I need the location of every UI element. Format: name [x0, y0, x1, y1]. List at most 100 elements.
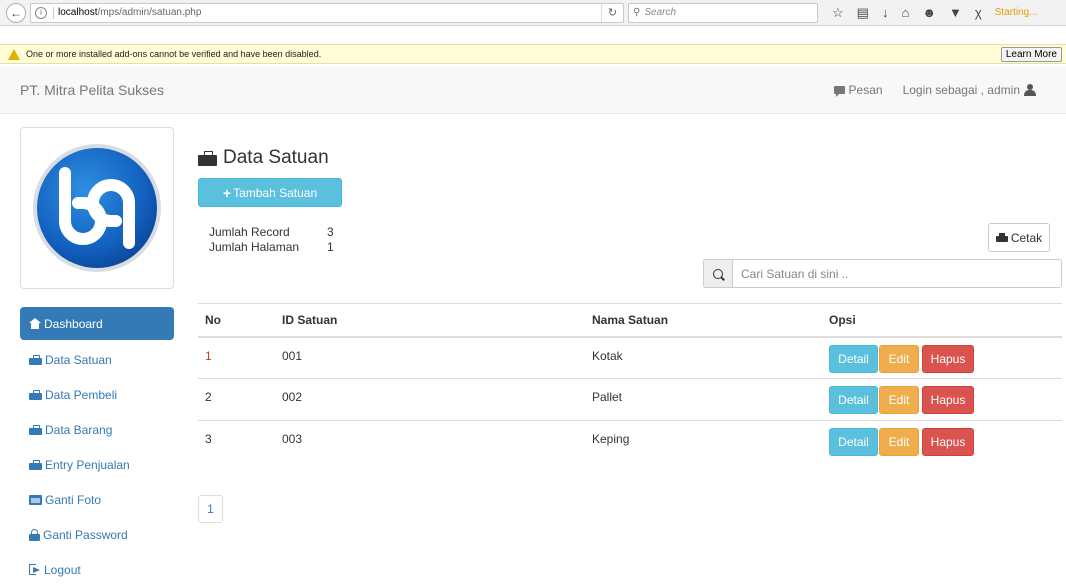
- briefcase-icon: [29, 354, 42, 365]
- lock-icon: [29, 528, 40, 541]
- notification-message: One or more installed add-ons cannot be …: [26, 49, 322, 59]
- table-header-row: No ID Satuan Nama Satuan Opsi: [198, 303, 1062, 338]
- sidebar-item-label: Entry Penjualan: [45, 457, 130, 472]
- messages-label: Pesan: [848, 82, 883, 97]
- addon-notification-bar: One or more installed add-ons cannot be …: [0, 44, 1066, 64]
- print-button[interactable]: Cetak: [988, 223, 1050, 252]
- reading-list-icon[interactable]: ▤: [857, 5, 869, 21]
- delete-button[interactable]: Hapus: [922, 386, 974, 414]
- edit-button[interactable]: Edit: [879, 344, 919, 373]
- search-addon: [703, 259, 732, 288]
- addon-icon[interactable]: χ: [975, 5, 982, 20]
- sidebar-item-dashboard[interactable]: Dashboard: [20, 307, 174, 340]
- reload-icon[interactable]: ↻: [601, 3, 623, 22]
- sidebar-item-logout[interactable]: Logout: [20, 552, 174, 587]
- column-header-id: ID Satuan: [275, 303, 585, 338]
- cell-no: 2: [198, 378, 275, 421]
- briefcase-icon: [198, 150, 217, 166]
- cell-no: 3: [198, 420, 275, 463]
- record-stats: Jumlah Record 3 Jumlah Halaman 1: [209, 225, 334, 255]
- sidebar-item-entry-penjualan[interactable]: Entry Penjualan: [20, 447, 174, 482]
- sidebar-nav: Dashboard Data Satuan Data Pembeli Data …: [20, 307, 174, 587]
- detail-button[interactable]: Detail: [829, 428, 878, 456]
- addon-status: Starting...: [994, 7, 1038, 18]
- download-icon[interactable]: ↓: [882, 5, 889, 20]
- satuan-table: No ID Satuan Nama Satuan Opsi 1 001 Kota…: [198, 303, 1062, 463]
- info-icon[interactable]: i: [35, 6, 47, 19]
- cell-nama: Keping: [585, 420, 822, 463]
- sidebar-item-ganti-foto[interactable]: Ganti Foto: [20, 482, 174, 517]
- logout-icon: [29, 564, 41, 575]
- column-header-nama: Nama Satuan: [585, 303, 822, 338]
- detail-button[interactable]: Detail: [829, 386, 878, 414]
- user-icon: [1024, 83, 1036, 96]
- record-count-label: Jumlah Record: [209, 225, 290, 239]
- add-satuan-label: Tambah Satuan: [233, 185, 318, 200]
- cell-opsi: Detail Edit Hapus: [822, 378, 1062, 421]
- plus-icon: +: [222, 184, 232, 201]
- cell-nama: Kotak: [592, 348, 623, 363]
- sidebar-item-label: Data Pembeli: [45, 387, 118, 402]
- home-icon[interactable]: ⌂: [901, 5, 909, 20]
- url-bar[interactable]: i localhost/mps/admin/satuan.php ↻: [30, 2, 624, 23]
- table-row: 3 003 Keping Detail Edit Hapus: [198, 420, 1062, 463]
- print-icon: [995, 232, 1008, 243]
- browser-search-bar[interactable]: ⚲ Search: [628, 2, 818, 23]
- edit-button[interactable]: Edit: [879, 428, 919, 456]
- sidebar-item-data-barang[interactable]: Data Barang: [20, 412, 174, 447]
- learn-more-button[interactable]: Learn More: [1000, 46, 1062, 62]
- sidebar-item-data-satuan[interactable]: Data Satuan: [20, 342, 174, 377]
- login-label: Login sebagai , admin: [902, 82, 1020, 97]
- column-header-no: No: [198, 303, 275, 338]
- sidebar-item-label: Ganti Foto: [45, 492, 102, 507]
- app-navbar: PT. Mitra Pelita Sukses Pesan Login seba…: [0, 66, 1066, 114]
- briefcase-icon: [29, 424, 42, 435]
- sidebar-item-label: Data Barang: [45, 422, 113, 437]
- browser-toolbar: ← i localhost/mps/admin/satuan.php ↻ ⚲ S…: [0, 0, 1066, 26]
- sidebar-item-data-pembeli[interactable]: Data Pembeli: [20, 377, 174, 412]
- cell-nama: Pallet: [585, 378, 822, 421]
- sidebar-item-label: Logout: [44, 562, 81, 577]
- search-icon: [713, 268, 723, 279]
- search-group: [703, 259, 1062, 288]
- page-count-value: 1: [327, 240, 334, 254]
- page-count-label: Jumlah Halaman: [209, 240, 300, 254]
- table-row: 1 001 Kotak Detail Edit Hapus: [198, 337, 1062, 379]
- cell-id: 001: [282, 348, 303, 363]
- print-label: Cetak: [1010, 230, 1043, 245]
- user-menu[interactable]: Login sebagai , admin: [903, 83, 1036, 97]
- cell-id: 003: [275, 420, 585, 463]
- cell-id: 002: [275, 378, 585, 421]
- company-logo: [20, 127, 174, 289]
- search-input[interactable]: [732, 259, 1062, 288]
- url-separator: [53, 6, 54, 19]
- pocket-icon[interactable]: ▼: [949, 5, 962, 20]
- delete-button[interactable]: Hapus: [922, 344, 974, 373]
- bookmark-star-icon[interactable]: ☆: [832, 5, 844, 21]
- briefcase-icon: [29, 459, 42, 470]
- home-icon: [29, 318, 41, 329]
- warning-icon: [8, 48, 20, 60]
- url-host: localhost: [58, 7, 98, 18]
- sidebar-item-ganti-password[interactable]: Ganti Password: [20, 517, 174, 552]
- detail-button[interactable]: Detail: [829, 344, 878, 373]
- brand-name[interactable]: PT. Mitra Pelita Sukses: [20, 82, 164, 98]
- briefcase-icon: [29, 389, 42, 400]
- delete-button[interactable]: Hapus: [922, 428, 974, 456]
- sidebar-item-label: Ganti Password: [43, 527, 128, 542]
- sidebar-item-label: Dashboard: [44, 316, 103, 331]
- edit-button[interactable]: Edit: [879, 386, 919, 414]
- page-title: Data Satuan: [198, 147, 329, 169]
- browser-search-placeholder: Search: [644, 7, 677, 18]
- chat-icon[interactable]: ☻: [922, 5, 936, 20]
- picture-icon: [29, 494, 42, 505]
- add-satuan-button[interactable]: + Tambah Satuan: [198, 178, 342, 207]
- record-count-value: 3: [327, 225, 334, 239]
- pagination-page-1[interactable]: 1: [198, 495, 223, 523]
- messages-link[interactable]: Pesan: [833, 82, 883, 97]
- toolbar-icons: ☆ ▤ ↓ ⌂ ☻ ▼ χ Starting...: [832, 5, 1038, 21]
- comment-icon: [833, 85, 845, 97]
- back-arrow-icon[interactable]: ←: [6, 2, 26, 23]
- url-path: /mps/admin/satuan.php: [97, 7, 202, 18]
- cell-no: 1: [205, 348, 212, 363]
